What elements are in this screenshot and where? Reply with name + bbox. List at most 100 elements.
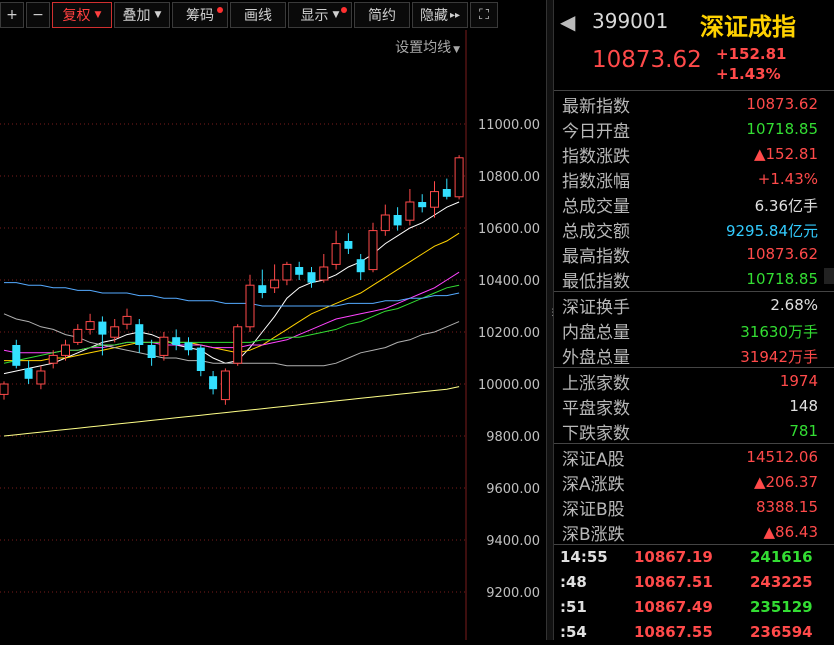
candle-body bbox=[0, 383, 9, 395]
candle-body bbox=[159, 336, 169, 356]
candle-body bbox=[282, 263, 292, 281]
jianyue-label: 简约 bbox=[368, 8, 396, 24]
zoom-in-button[interactable]: + bbox=[0, 2, 24, 28]
quote-section-breadth: 上涨家数 1974 平盘家数 148 下跌家数 781 bbox=[554, 368, 834, 444]
candle-body bbox=[122, 315, 132, 325]
fuquan-dropdown[interactable]: 复权 ▼ bbox=[52, 2, 112, 28]
notification-dot bbox=[341, 7, 347, 13]
chart-toolbar: + − 复权 ▼ 叠加 ▼ 筹码 画线 显示 ▼ 简约 隐藏 ▸▸ ⛶ bbox=[0, 0, 546, 30]
quote-value: 148 bbox=[789, 397, 818, 415]
quote-row: 指数涨幅 +1.43% bbox=[554, 166, 834, 192]
candle-body bbox=[442, 189, 451, 197]
quote-label: 外盘总量 bbox=[562, 348, 630, 368]
ma-line-ma250 bbox=[3, 386, 460, 437]
quote-label: 深证B股 bbox=[562, 500, 625, 520]
tick-volume: 235129 bbox=[750, 598, 813, 616]
chouma-label: 筹码 bbox=[186, 8, 214, 24]
candle-body bbox=[172, 337, 181, 345]
quote-label: 指数涨幅 bbox=[562, 172, 630, 192]
panel-splitter[interactable]: ⋮ bbox=[546, 0, 557, 640]
quote-value: 9295.84亿元 bbox=[725, 222, 818, 240]
jianyue-button[interactable]: 简约 bbox=[354, 2, 410, 28]
y-tick-label: 10600.00 bbox=[478, 222, 540, 237]
candle-body bbox=[12, 345, 21, 366]
tick-row[interactable]: :48 10867.51 243225 bbox=[554, 570, 834, 595]
ma-line-ma10 bbox=[4, 232, 460, 362]
tick-time: :54 bbox=[560, 623, 587, 641]
y-tick-label: 10400.00 bbox=[478, 274, 540, 289]
candle-body bbox=[319, 266, 329, 281]
huaxian-button[interactable]: 画线 bbox=[230, 2, 286, 28]
quote-value: 10873.62 bbox=[746, 95, 818, 113]
candle-body bbox=[61, 344, 70, 356]
quote-value: 10718.85 bbox=[746, 270, 818, 288]
candle-body bbox=[85, 321, 95, 330]
quote-row: 平盘家数 148 bbox=[554, 393, 834, 419]
tick-price: 10867.49 bbox=[634, 598, 713, 616]
quote-row: 最高指数 10873.62 bbox=[554, 241, 834, 267]
tick-row[interactable]: :54 10867.55 236594 bbox=[554, 620, 834, 645]
yincang-button[interactable]: 隐藏 ▸▸ bbox=[412, 2, 468, 28]
y-tick-label: 10800.00 bbox=[478, 170, 540, 185]
candle-body bbox=[331, 243, 341, 265]
quote-section-shares: 深证A股 14512.06 深A涨跌 ▲206.37 深证B股 8388.15 深B涨跌 ▲8… bbox=[554, 444, 834, 545]
quote-row: 深证换手 2.68% bbox=[554, 292, 834, 318]
kline-chart-area[interactable]: 11000.00 10800.00 10600.00 10400.00 10200.00… bbox=[0, 0, 546, 640]
ma-line-ma120 bbox=[4, 282, 460, 307]
quote-row: 深证A股 14512.06 bbox=[554, 444, 834, 470]
ma-setting-dropdown[interactable]: 设置均线 ▼ bbox=[395, 37, 460, 57]
quote-value: 2.68% bbox=[770, 296, 818, 314]
quote-label: 总成交额 bbox=[562, 222, 630, 242]
quote-label: 最低指数 bbox=[562, 272, 630, 292]
quote-label: 最新指数 bbox=[562, 97, 630, 117]
notification-dot bbox=[217, 7, 223, 13]
quote-value: ▲86.43 bbox=[763, 523, 818, 541]
price-change: +152.81 bbox=[716, 45, 787, 63]
quote-row: 最新指数 10873.62 bbox=[554, 91, 834, 117]
caret-down-icon: ▼ bbox=[453, 45, 460, 55]
tick-volume: 243225 bbox=[750, 573, 813, 591]
tick-row[interactable]: :51 10867.49 235129 bbox=[554, 595, 834, 620]
y-tick-label: 10000.00 bbox=[478, 378, 540, 393]
quote-label: 深证换手 bbox=[562, 298, 630, 318]
yincang-label: 隐藏 bbox=[419, 8, 448, 24]
zoom-out-button[interactable]: − bbox=[26, 2, 50, 28]
quote-label: 下跌家数 bbox=[562, 424, 630, 444]
quote-value: +1.43% bbox=[757, 170, 818, 188]
quote-value: ▲206.37 bbox=[753, 473, 818, 491]
quote-label: 深A涨跌 bbox=[562, 475, 625, 495]
quote-label: 最高指数 bbox=[562, 247, 630, 267]
candle-body bbox=[135, 324, 144, 345]
ma-setting-label: 设置均线 bbox=[395, 40, 452, 56]
tick-list[interactable]: 14:55 10867.19 241616:48 10867.51 243225:51 1… bbox=[554, 545, 834, 645]
candle-body bbox=[307, 272, 316, 283]
diejia-dropdown[interactable]: 叠加 ▼ bbox=[114, 2, 170, 28]
quote-label: 内盘总量 bbox=[562, 323, 630, 343]
tick-time: 14:55 bbox=[560, 548, 608, 566]
chouma-button[interactable]: 筹码 bbox=[172, 2, 228, 28]
xianshi-label: 显示 bbox=[300, 8, 329, 24]
quote-section-main: 最新指数 10873.62 今日开盘 10718.85 指数涨跌 ▲152.81 指数涨幅 +… bbox=[554, 91, 834, 292]
quote-label: 上涨家数 bbox=[562, 374, 630, 394]
quote-label: 指数涨跌 bbox=[562, 147, 630, 167]
prev-arrow-icon[interactable]: ◀ bbox=[560, 10, 575, 34]
candle-body bbox=[73, 328, 83, 343]
candle-body bbox=[430, 191, 439, 208]
edge-tab[interactable] bbox=[824, 268, 834, 284]
fullscreen-button[interactable]: ⛶ bbox=[470, 2, 498, 28]
candle-body bbox=[233, 326, 243, 364]
candle-body bbox=[356, 259, 365, 273]
quote-value: ▲152.81 bbox=[753, 145, 818, 163]
caret-down-icon: ▼ bbox=[94, 10, 102, 20]
kline-chart[interactable]: 11000.00 10800.00 10600.00 10400.00 10200.00… bbox=[0, 0, 546, 640]
candle-body bbox=[220, 370, 230, 401]
quote-panel: ◀ 399001 深证成指 10873.62 +152.81 +1.43% 最新… bbox=[554, 0, 834, 641]
quote-section-volume: 深证换手 2.68% 内盘总量 31630万手 外盘总量 31942万手 bbox=[554, 292, 834, 368]
quote-row: 总成交额 9295.84亿元 bbox=[554, 216, 834, 242]
index-name: 深证成指 bbox=[700, 13, 796, 41]
quote-header: ◀ 399001 深证成指 10873.62 +152.81 +1.43% bbox=[554, 0, 834, 91]
tick-row[interactable]: 14:55 10867.19 241616 bbox=[554, 545, 834, 570]
candle-body bbox=[48, 354, 58, 364]
quote-label: 总成交量 bbox=[562, 197, 630, 217]
xianshi-dropdown[interactable]: 显示 ▼ bbox=[288, 2, 352, 28]
